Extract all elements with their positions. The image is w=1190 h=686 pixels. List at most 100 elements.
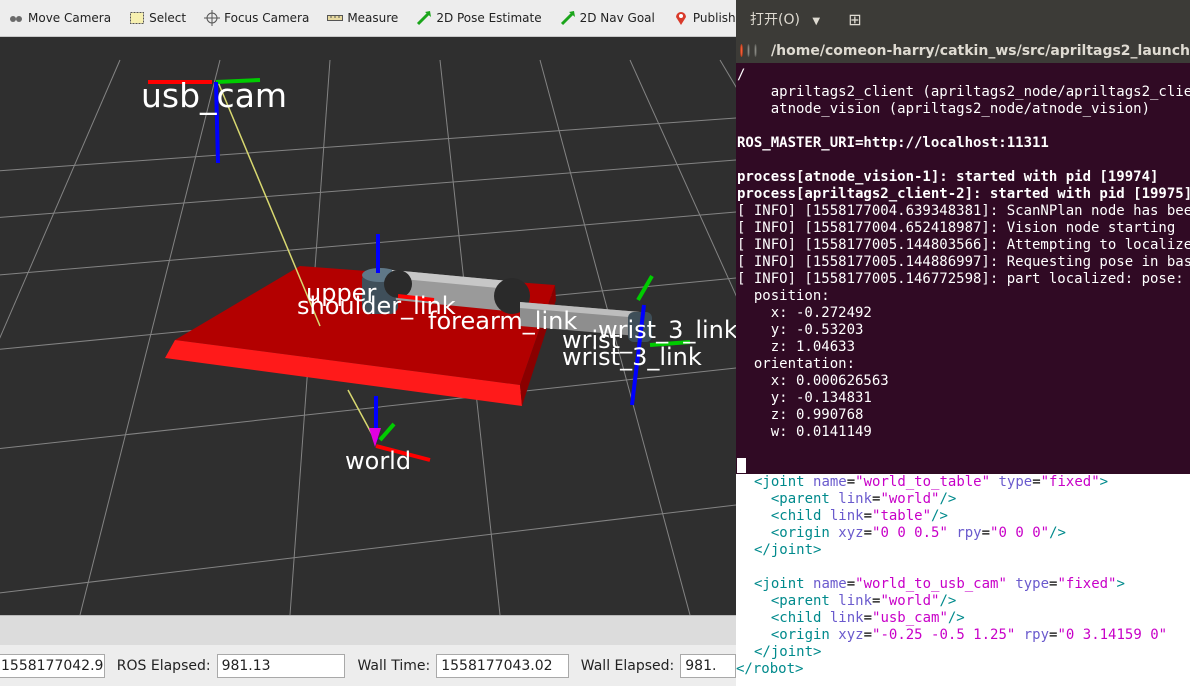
xml-token: <parent — [754, 491, 839, 507]
terminal-line: [ INFO] [1558177005.144886997]: Requesti… — [737, 254, 1190, 270]
xml-token: type — [990, 474, 1033, 490]
select-label: Select — [149, 11, 187, 25]
nav-goal-tool[interactable]: 2D Nav Goal — [552, 0, 665, 36]
terminal-line: position: — [737, 288, 830, 304]
xml-token: > — [1116, 576, 1125, 592]
xml-token: = — [846, 576, 856, 592]
terminal-titlebar: /home/comeon-harry/catkin_ws/src/aprilta… — [736, 38, 1190, 63]
xml-token: rpy — [1015, 627, 1050, 643]
xml-token: /> — [947, 610, 965, 626]
terminal-output[interactable]: / apriltags2_client (apriltags2_node/apr… — [736, 63, 1190, 474]
new-tab-button[interactable]: ⊞ — [840, 6, 870, 34]
select-icon — [129, 10, 145, 26]
xml-content[interactable]: <joint name="world_to_table" type="fixed… — [736, 474, 1190, 678]
select-tool[interactable]: Select — [121, 0, 196, 36]
frame-label-wrist-b: wrist_3_link — [562, 343, 702, 371]
xml-token: "0 0 0.5" — [872, 525, 948, 541]
xml-token: = — [863, 525, 873, 541]
focus-camera-label: Focus Camera — [224, 11, 310, 25]
editor-headerbar: 打开(O) ▼ ⊞ — [736, 0, 1190, 40]
pose-estimate-label: 2D Pose Estimate — [436, 11, 542, 25]
terminal-line: ROS_MASTER_URI=http://localhost:11311 — [737, 135, 1049, 151]
xml-token: link — [838, 593, 873, 609]
terminal-line: / — [737, 67, 746, 83]
terminal-line: x: 0.000626563 — [737, 373, 889, 389]
ros-elapsed-label: ROS Elapsed: — [116, 657, 211, 674]
xml-line: <parent link="world"/> — [736, 491, 1190, 508]
focus-camera-tool[interactable]: Focus Camera — [196, 0, 319, 36]
xml-token: /> — [931, 508, 948, 524]
move-camera-icon — [8, 10, 24, 26]
nav-goal-icon — [560, 10, 576, 26]
xml-token: link — [829, 610, 864, 626]
xml-token: rpy — [947, 525, 982, 541]
ros-time-field[interactable]: 1558177042.99 — [0, 653, 105, 678]
terminal-line: orientation: — [737, 356, 856, 372]
move-camera-tool[interactable]: Move Camera — [0, 0, 121, 36]
xml-line: <child link="table"/> — [736, 508, 1190, 525]
measure-label: Measure — [347, 11, 399, 25]
publish-point-icon — [673, 10, 689, 26]
open-file-button[interactable]: 打开(O) ▼ — [742, 6, 832, 34]
xml-token: <joint — [754, 576, 814, 592]
maximize-icon[interactable] — [754, 44, 758, 57]
terminal-line: y: -0.134831 — [737, 390, 872, 406]
terminal-line: [ INFO] [1558177004.652418987]: Vision n… — [737, 220, 1176, 236]
xml-token: type — [1006, 576, 1050, 592]
terminal-line: y: -0.53203 — [737, 322, 864, 338]
xml-token: = — [863, 508, 873, 524]
xml-token: "world" — [880, 593, 940, 609]
xml-token: "world" — [880, 491, 940, 507]
terminal-line: process[atnode_vision-1]: started with p… — [737, 169, 1159, 185]
xml-token: "0 3.14159 0" — [1057, 627, 1168, 643]
xml-token: "table" — [872, 508, 932, 524]
xml-token: /> — [939, 491, 957, 507]
terminal-prompt-line — [737, 458, 1190, 474]
xml-token: </joint> — [754, 542, 822, 558]
pose-estimate-tool[interactable]: 2D Pose Estimate — [408, 0, 551, 36]
terminal-line: z: 1.04633 — [737, 339, 856, 355]
xml-token: "usb_cam" — [872, 610, 948, 626]
terminal-line: [ INFO] [1558177004.639348381]: ScanNPla… — [737, 203, 1190, 219]
terminal-line: process[apriltags2_client-2]: started wi… — [737, 186, 1190, 202]
terminal-line: x: -0.272492 — [737, 305, 872, 321]
chevron-down-icon: ▼ — [812, 16, 821, 27]
rviz-toolbar: Move Camera Select Focus Camera Measure … — [0, 0, 769, 37]
xml-line: <joint name="world_to_usb_cam" type="fix… — [736, 576, 1190, 593]
minimize-icon[interactable] — [747, 44, 751, 57]
wall-time-field[interactable]: 1558177043.02 — [436, 653, 569, 678]
xml-token: </joint> — [754, 644, 822, 660]
frame-label-forearm: forearm_link — [428, 307, 578, 335]
xml-token: <child — [754, 508, 830, 524]
xml-token: "world_to_table" — [855, 474, 991, 490]
measure-tool[interactable]: Measure — [319, 0, 408, 36]
xml-token: </robot> — [736, 661, 804, 677]
new-document-icon: ⊞ — [848, 10, 862, 29]
wall-elapsed-field[interactable]: 981. — [680, 653, 736, 678]
xml-token: <origin — [754, 627, 839, 643]
xml-token: = — [846, 474, 856, 490]
xml-line: </joint> — [736, 542, 1190, 559]
rviz-3d-viewport[interactable]: usb_cam upper shoulder_link forearm_link… — [0, 37, 736, 615]
focus-camera-icon — [204, 10, 221, 26]
rviz-panel-divider — [0, 615, 736, 646]
terminal-line: z: 0.990768 — [737, 407, 864, 423]
xml-token: > — [1099, 474, 1109, 490]
terminal-line: atnode_vision (apriltags2_node/atnode_vi… — [737, 101, 1151, 117]
xml-token: name — [813, 576, 847, 592]
xml-token: = — [863, 610, 873, 626]
close-icon[interactable] — [740, 44, 744, 57]
xml-token: <parent — [754, 593, 839, 609]
wall-time-label: Wall Time: — [357, 657, 431, 674]
xml-token: <child — [754, 610, 830, 626]
measure-icon — [327, 10, 344, 26]
xml-line: <origin xyz="-0.25 -0.5 1.25" rpy="0 3.1… — [736, 627, 1190, 644]
xml-token: xyz — [838, 525, 864, 541]
terminal-window[interactable]: /home/comeon-harry/catkin_ws/src/aprilta… — [736, 38, 1190, 474]
ros-elapsed-field[interactable]: 981.13 — [216, 653, 346, 678]
xml-line: <joint name="world_to_table" type="fixed… — [736, 474, 1190, 491]
xml-token: = — [981, 525, 991, 541]
xml-token: link — [838, 491, 873, 507]
